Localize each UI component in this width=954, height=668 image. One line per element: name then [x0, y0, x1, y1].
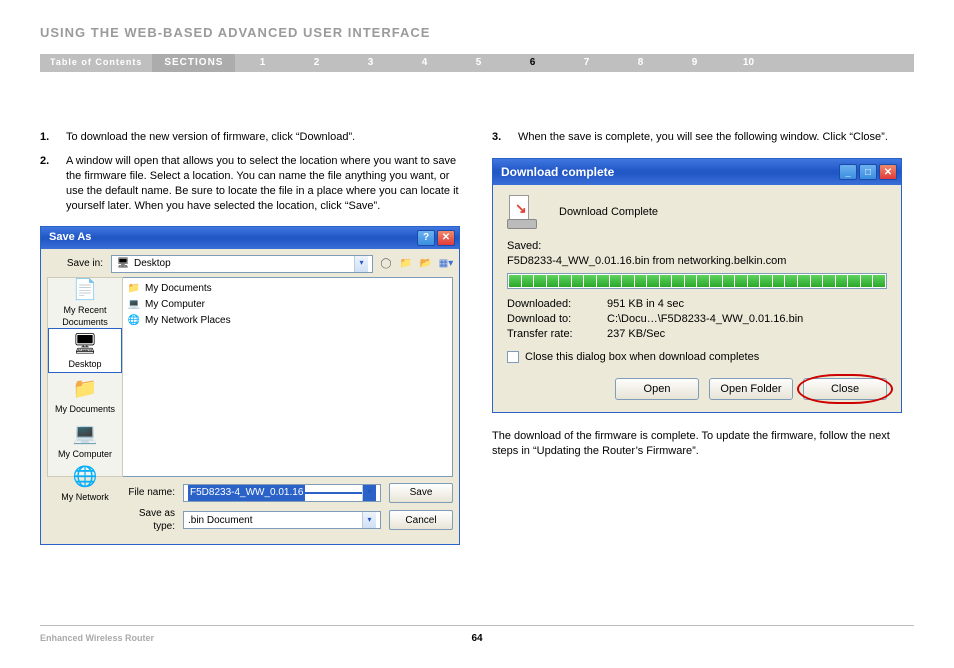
left-column: 1. To download the new version of firmwa…	[40, 130, 462, 545]
download-complete-title: Download complete	[501, 164, 614, 180]
downloadto-value: C:\Docu…\F5D8233-4_WW_0.01.16.bin	[607, 313, 803, 325]
save-button[interactable]: Save	[389, 483, 453, 503]
nav-section-5[interactable]: 5	[451, 56, 505, 70]
list-item-label: My Computer	[145, 298, 205, 312]
place-mynet-label: My Network	[61, 491, 109, 503]
save-as-title: Save As	[49, 230, 91, 245]
desktop-icon: 🖥	[116, 257, 130, 271]
list-item[interactable]: 💻 My Computer	[127, 298, 448, 312]
filename-label: File name:	[123, 486, 183, 500]
saved-value: F5D8233-4_WW_0.01.16.bin from networking…	[507, 254, 887, 269]
download-complete-titlebar: Download complete _ □ ✕	[493, 159, 901, 185]
page-footer: Enhanced Wireless Router 64	[40, 625, 914, 644]
savetype-value: .bin Document	[188, 514, 252, 528]
recent-documents-icon: 📄	[73, 277, 98, 304]
maximize-button[interactable]: □	[859, 164, 877, 180]
rate-label: Transfer rate:	[507, 327, 607, 342]
views-icon[interactable]: ▦▾	[439, 257, 453, 271]
new-folder-icon[interactable]: 📂	[419, 257, 433, 271]
save-in-value: Desktop	[134, 257, 171, 271]
places-bar: 📄 My Recent Documents 🖥 Desktop 📁 My Doc…	[47, 277, 123, 477]
place-desktop-label: Desktop	[68, 358, 101, 370]
save-as-dialog: Save As ? ✕ Save in: 🖥 Desktop ◯ �	[40, 226, 460, 545]
folder-icon: 📁	[127, 282, 141, 296]
footer-product: Enhanced Wireless Router	[40, 632, 154, 644]
network-icon: 🌐	[127, 314, 141, 328]
save-in-dropdown[interactable]: 🖥 Desktop	[111, 255, 373, 273]
minimize-button[interactable]: _	[839, 164, 857, 180]
desktop-place-icon: 🖥	[72, 331, 97, 358]
list-item-label: My Documents	[145, 282, 212, 296]
page-title: USING THE WEB-BASED ADVANCED USER INTERF…	[40, 24, 914, 42]
step-1-text: To download the new version of firmware,…	[66, 130, 462, 145]
place-recent-label: My Recent Documents	[51, 304, 119, 328]
mydocs-icon: 📁	[73, 376, 98, 403]
nav-section-8[interactable]: 8	[613, 56, 667, 70]
open-button[interactable]: Open	[615, 378, 699, 400]
step-3-number: 3.	[492, 130, 508, 145]
open-folder-button[interactable]: Open Folder	[709, 378, 793, 400]
dropdown-arrow-icon	[362, 485, 376, 501]
list-item[interactable]: 🌐 My Network Places	[127, 314, 448, 328]
progress-bar	[507, 273, 887, 289]
rate-value: 237 KB/Sec	[607, 328, 665, 340]
nav-section-6[interactable]: 6	[505, 56, 559, 70]
save-in-label: Save in:	[47, 257, 111, 271]
computer-icon: 💻	[127, 298, 141, 312]
section-nav: Table of Contents SECTIONS 1 2 3 4 5 6 7…	[40, 54, 914, 72]
close-button[interactable]: ✕	[437, 230, 455, 246]
place-recent-documents[interactable]: 📄 My Recent Documents	[48, 278, 122, 328]
download-complete-dialog: Download complete _ □ ✕ ↘ Download Compl…	[492, 158, 902, 413]
place-mycomp-label: My Computer	[58, 448, 112, 460]
saved-label: Saved:	[507, 239, 887, 254]
nav-section-7[interactable]: 7	[559, 56, 613, 70]
dropdown-arrow-icon	[354, 256, 368, 272]
file-list[interactable]: 📁 My Documents 💻 My Computer 🌐 My Network P…	[123, 277, 453, 477]
nav-section-9[interactable]: 9	[667, 56, 721, 70]
mycomputer-icon: 💻	[73, 421, 98, 448]
right-column: 3. When the save is complete, you will s…	[492, 130, 914, 545]
step-1-number: 1.	[40, 130, 56, 145]
mynetwork-icon: 🌐	[73, 464, 98, 491]
help-button[interactable]: ?	[417, 230, 435, 246]
list-item-label: My Network Places	[145, 314, 231, 328]
cancel-button[interactable]: Cancel	[389, 510, 453, 530]
up-folder-icon[interactable]: 📁	[399, 257, 413, 271]
dropdown-arrow-icon	[362, 512, 376, 528]
nav-section-4[interactable]: 4	[397, 56, 451, 70]
close-on-complete-checkbox[interactable]	[507, 351, 519, 363]
download-icon: ↘	[507, 195, 541, 229]
step-3-text: When the save is complete, you will see …	[518, 130, 914, 145]
place-desktop[interactable]: 🖥 Desktop	[48, 328, 122, 373]
close-button[interactable]: Close	[803, 378, 887, 400]
filename-value: F5D8233-4_WW_0.01.16	[188, 485, 305, 501]
nav-section-3[interactable]: 3	[343, 56, 397, 70]
nav-sections-label: SECTIONS	[152, 54, 235, 72]
step-2-number: 2.	[40, 154, 56, 213]
downloadto-label: Download to:	[507, 312, 607, 327]
downloaded-label: Downloaded:	[507, 297, 607, 312]
savetype-dropdown[interactable]: .bin Document	[183, 511, 381, 529]
close-on-complete-label: Close this dialog box when download comp…	[525, 350, 759, 365]
downloaded-value: 951 KB in 4 sec	[607, 298, 684, 310]
footer-page-number: 64	[471, 632, 482, 646]
place-mydocs-label: My Documents	[55, 403, 115, 415]
savetype-label: Save as type:	[123, 507, 183, 534]
filename-input[interactable]: F5D8233-4_WW_0.01.16	[183, 484, 381, 502]
back-icon[interactable]: ◯	[379, 257, 393, 271]
list-item[interactable]: 📁 My Documents	[127, 282, 448, 296]
step-2-text: A window will open that allows you to se…	[66, 154, 462, 213]
nav-section-2[interactable]: 2	[289, 56, 343, 70]
place-my-documents[interactable]: 📁 My Documents	[48, 373, 122, 418]
place-my-network[interactable]: 🌐 My Network	[48, 463, 122, 503]
nav-section-1[interactable]: 1	[235, 56, 289, 70]
nav-toc[interactable]: Table of Contents	[40, 56, 152, 68]
nav-section-10[interactable]: 10	[721, 56, 775, 70]
after-download-text: The download of the firmware is complete…	[492, 429, 914, 459]
close-window-button[interactable]: ✕	[879, 164, 897, 180]
save-as-titlebar: Save As ? ✕	[41, 227, 459, 249]
place-my-computer[interactable]: 💻 My Computer	[48, 418, 122, 463]
download-complete-heading: Download Complete	[559, 205, 658, 220]
